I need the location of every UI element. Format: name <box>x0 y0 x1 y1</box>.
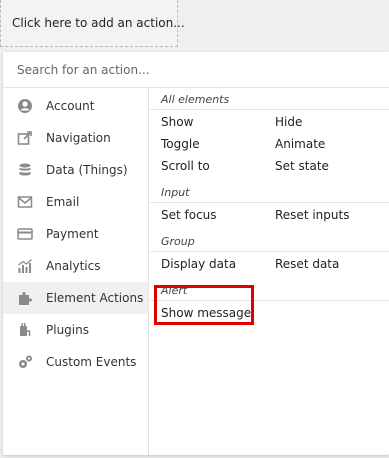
action-set-state[interactable]: Set state <box>275 159 329 173</box>
payment-icon <box>17 228 33 240</box>
action-picker-panel: Account Navigation Data (Things) Email <box>3 52 389 455</box>
analytics-icon <box>18 259 32 273</box>
sidebar-item-element-actions[interactable]: Element Actions <box>3 282 148 314</box>
action-hide[interactable]: Hide <box>275 115 302 129</box>
sidebar-item-plugins[interactable]: Plugins <box>3 314 148 346</box>
sidebar-item-label: Element Actions <box>46 291 144 305</box>
sidebar-item-account[interactable]: Account <box>3 90 148 122</box>
sidebar-item-label: Navigation <box>46 131 111 145</box>
action-show[interactable]: Show <box>161 115 193 129</box>
sidebar-item-label: Data (Things) <box>46 163 128 177</box>
group-divider <box>150 202 389 203</box>
sidebar-item-label: Custom Events <box>46 355 137 369</box>
group-divider <box>150 251 389 252</box>
group-title-input: Input <box>161 186 190 199</box>
category-sidebar: Account Navigation Data (Things) Email P… <box>3 89 149 455</box>
action-set-focus[interactable]: Set focus <box>161 208 217 222</box>
group-divider <box>150 300 389 301</box>
add-action-label: Click here to add an action... <box>12 16 185 30</box>
sidebar-item-custom-events[interactable]: Custom Events <box>3 346 148 378</box>
plugin-icon <box>20 323 31 336</box>
navigation-icon <box>17 131 32 145</box>
puzzle-icon <box>19 292 32 305</box>
action-reset-data[interactable]: Reset data <box>275 257 339 271</box>
gears-icon <box>19 355 32 368</box>
sidebar-item-navigation[interactable]: Navigation <box>3 122 148 154</box>
action-show-message[interactable]: Show message <box>161 306 251 320</box>
sidebar-item-analytics[interactable]: Analytics <box>3 250 148 282</box>
group-title-alert: Alert <box>161 284 188 297</box>
action-animate[interactable]: Animate <box>275 137 325 151</box>
database-icon <box>19 163 31 176</box>
action-reset-inputs[interactable]: Reset inputs <box>275 208 349 222</box>
sidebar-item-label: Analytics <box>46 259 101 273</box>
action-display-data[interactable]: Display data <box>161 257 236 271</box>
search-input[interactable] <box>3 52 389 88</box>
sidebar-item-payment[interactable]: Payment <box>3 218 148 250</box>
action-list: All elements Show Hide Toggle Animate Sc… <box>150 89 389 455</box>
sidebar-item-label: Plugins <box>46 323 89 337</box>
group-title-all-elements: All elements <box>161 93 230 106</box>
sidebar-item-label: Payment <box>46 227 99 241</box>
action-toggle[interactable]: Toggle <box>161 137 200 151</box>
sidebar-item-data-things[interactable]: Data (Things) <box>3 154 148 186</box>
account-icon <box>18 99 32 113</box>
sidebar-item-label: Email <box>46 195 80 209</box>
sidebar-item-label: Account <box>46 99 95 113</box>
sidebar-item-email[interactable]: Email <box>3 186 148 218</box>
action-scroll-to[interactable]: Scroll to <box>161 159 210 173</box>
group-title-group: Group <box>161 235 195 248</box>
group-divider <box>150 109 389 110</box>
add-action-button[interactable]: Click here to add an action... <box>0 0 185 47</box>
email-icon <box>17 196 33 208</box>
